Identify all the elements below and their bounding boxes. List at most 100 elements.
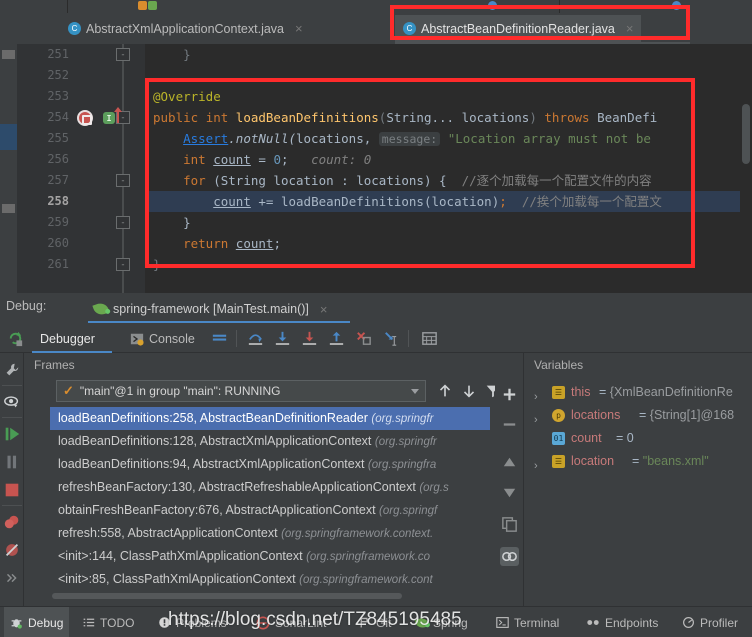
variable-assign-and-value: = "beans.xml"	[632, 454, 709, 468]
close-icon[interactable]: ×	[320, 302, 328, 317]
assert-class[interactable]: Assert	[183, 131, 228, 146]
variables-title: Variables	[534, 358, 584, 372]
code-line-257: for (String location : locations) { //逐个…	[183, 173, 652, 188]
code-text-area[interactable]: } @Override public int loadBeanDefinitio…	[145, 44, 752, 293]
editor-scrollbar[interactable]	[740, 44, 752, 293]
more-icon[interactable]	[3, 569, 21, 587]
line-number: 261	[47, 257, 69, 271]
status-item-label: Profiler	[700, 615, 739, 630]
tab-debugger[interactable]: Debugger	[32, 324, 103, 353]
move-up-icon[interactable]	[436, 382, 454, 400]
annotation-override: @Override	[153, 89, 221, 104]
run-method-icon[interactable]: I	[103, 112, 115, 124]
frame-list-item[interactable]: refresh:558, AbstractApplicationContext …	[50, 522, 490, 545]
copy-icon[interactable]	[500, 515, 519, 534]
drop-frame-icon[interactable]	[354, 329, 373, 348]
breakpoint-icon[interactable]	[77, 110, 93, 126]
mute-watch-icon[interactable]	[3, 393, 21, 411]
move-down-icon[interactable]	[460, 382, 478, 400]
endpoints-icon	[587, 620, 599, 625]
frame-list-item[interactable]: loadBeanDefinitions:94, AbstractXmlAppli…	[50, 453, 490, 476]
java-class-icon: C	[68, 22, 81, 35]
debug-run-config-tab[interactable]: spring-framework [MainTest.main()] ×	[88, 297, 333, 321]
frame-list-item[interactable]: <init>:85, ClassPathXmlApplicationContex…	[50, 568, 490, 591]
search-everywhere-icon[interactable]	[488, 1, 497, 10]
close-icon[interactable]: ×	[295, 21, 303, 36]
loop-var: location	[431, 194, 492, 209]
code-line-260: return count;	[183, 236, 281, 251]
chevron-down-icon[interactable]	[411, 389, 419, 394]
status-item-profiler[interactable]: Profiler	[676, 607, 744, 637]
tab-console[interactable]: Console	[122, 324, 203, 353]
thread-selector[interactable]: ✓ "main"@1 in group "main": RUNNING	[56, 380, 426, 402]
step-into-icon[interactable]	[273, 329, 292, 348]
fold-marker-icon[interactable]: ‑	[116, 174, 130, 187]
fold-marker-icon[interactable]: ‑	[116, 258, 130, 271]
variable-row-count[interactable]: 01 count = 0	[524, 427, 752, 450]
stop-icon[interactable]	[3, 481, 21, 499]
variable-row-location[interactable]: › ☰ location = "beans.xml"	[524, 450, 752, 473]
step-over-icon[interactable]	[246, 329, 265, 348]
var-count: count	[213, 194, 251, 209]
status-item-label: Terminal	[514, 615, 560, 630]
assert-message-literal: "Location array must not be	[447, 131, 651, 146]
frame-method: obtainFreshBeanFactory:676, AbstractAppl…	[58, 503, 376, 517]
editor-gutter[interactable]: 251 252 253 254 255 256 257 258 259 260 …	[17, 44, 145, 293]
variable-row-this[interactable]: › ☰ this = {XmlBeanDefinitionRe	[524, 381, 752, 404]
settings-wrench-icon[interactable]	[3, 361, 21, 379]
code-fold-rail	[122, 44, 124, 293]
frames-list[interactable]: loadBeanDefinitions:258, AbstractBeanDef…	[50, 407, 490, 606]
thread-running-icon: ✓	[63, 383, 74, 398]
line-comment: //挨个加载每一个配置文	[521, 194, 662, 209]
structure-marker	[2, 50, 15, 59]
resume-program-icon[interactable]	[3, 425, 21, 443]
variable-value: 0	[626, 431, 634, 445]
evaluate-expression-icon[interactable]	[420, 329, 439, 348]
frame-list-item-selected[interactable]: loadBeanDefinitions:258, AbstractBeanDef…	[50, 407, 490, 430]
status-item-endpoints[interactable]: Endpoints	[580, 607, 664, 637]
variable-row-locations[interactable]: › p locations = {String[1]@168	[524, 404, 752, 427]
frame-list-item[interactable]: <init>:144, ClassPathXmlApplicationConte…	[50, 545, 490, 568]
frame-package: (org.springfr	[374, 436, 437, 448]
force-step-into-icon[interactable]	[300, 329, 319, 348]
editor-tab-abstractbeandefinitionreader[interactable]: C AbstractBeanDefinitionReader.java ×	[395, 15, 642, 42]
todo-list-icon	[83, 618, 95, 627]
rail-divider	[2, 417, 22, 418]
frame-method: refresh:558, AbstractApplicationContext	[58, 526, 278, 540]
run-to-cursor-icon[interactable]	[381, 329, 400, 348]
layout-settings-icon[interactable]	[210, 329, 229, 348]
frame-list-item[interactable]: obtainFreshBeanFactory:676, AbstractAppl…	[50, 499, 490, 522]
fold-marker-icon[interactable]: ‑	[116, 216, 130, 229]
status-item-todo[interactable]: TODO	[76, 607, 140, 637]
line-number: 252	[47, 68, 69, 82]
mute-breakpoints-icon[interactable]	[3, 541, 21, 559]
status-item-debug[interactable]: Debug	[4, 607, 70, 637]
pause-program-icon[interactable]	[3, 453, 21, 471]
frames-horizontal-scrollbar[interactable]	[52, 593, 402, 599]
override-arrow-icon[interactable]	[114, 107, 122, 123]
add-watch-icon[interactable]	[500, 385, 519, 404]
frame-list-item[interactable]: loadBeanDefinitions:128, AbstractXmlAppl…	[50, 430, 490, 453]
toolbar-icon-right[interactable]	[672, 1, 681, 10]
remove-watch-icon[interactable]	[500, 415, 519, 434]
watches-icon[interactable]	[500, 547, 519, 566]
status-item-label: Debug	[28, 615, 64, 630]
kw-for: for	[183, 173, 206, 188]
view-breakpoints-icon[interactable]	[3, 513, 21, 531]
status-item-terminal[interactable]: Terminal	[490, 607, 565, 637]
chevron-right-icon[interactable]: ›	[534, 455, 538, 478]
code-editor[interactable]: 251 252 253 254 255 256 257 258 259 260 …	[0, 44, 752, 293]
editor-tab-bar: C AbstractXmlApplicationContext.java × C…	[0, 13, 752, 44]
close-icon[interactable]: ×	[626, 21, 634, 36]
frame-list-item[interactable]: refreshBeanFactory:130, AbstractRefresha…	[50, 476, 490, 499]
line-number: 259	[47, 215, 69, 229]
editor-scrollbar-thumb[interactable]	[742, 104, 750, 164]
fold-marker-icon[interactable]: ‑	[116, 48, 130, 61]
editor-tab-abstractxmlapplicationcontext[interactable]: C AbstractXmlApplicationContext.java ×	[60, 15, 311, 42]
structure-marker	[2, 204, 15, 213]
variable-name: locations	[571, 408, 621, 422]
step-out-icon[interactable]	[327, 329, 346, 348]
rerun-icon[interactable]	[6, 329, 25, 348]
move-down-icon[interactable]	[500, 483, 519, 502]
move-up-icon[interactable]	[500, 453, 519, 472]
